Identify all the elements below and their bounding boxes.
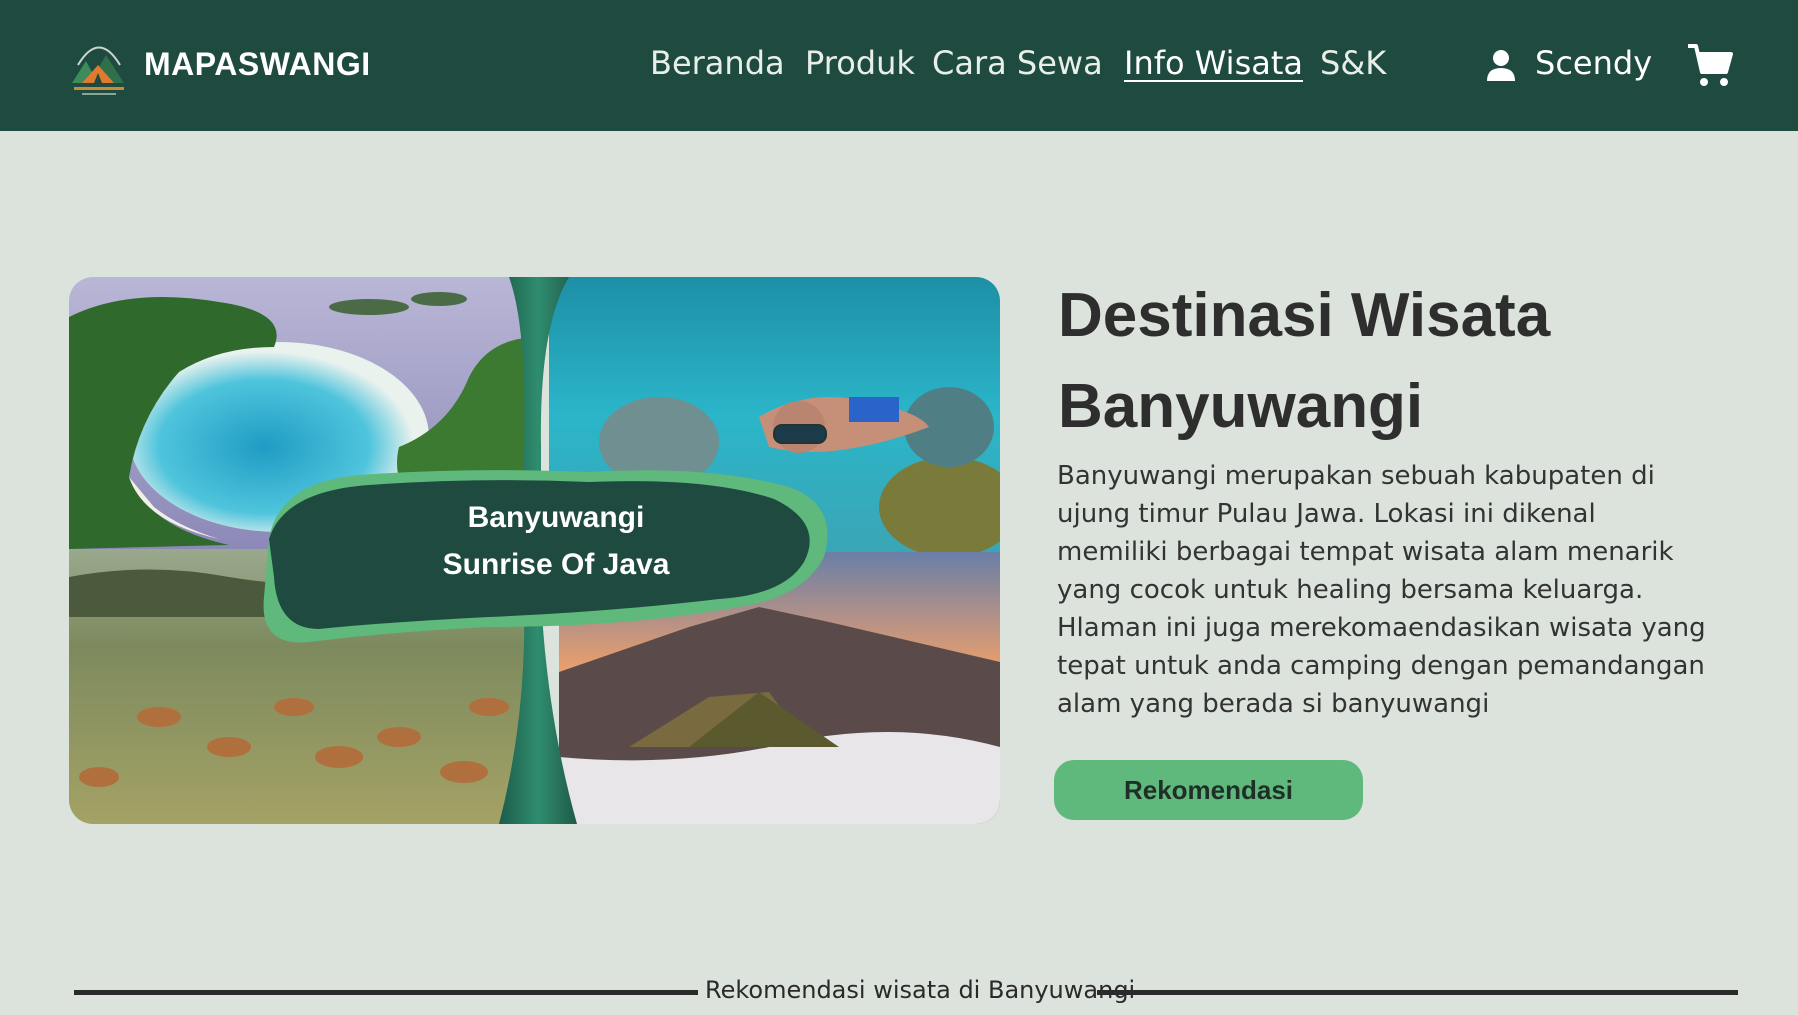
shopping-cart-icon[interactable] — [1686, 41, 1734, 89]
hero-title-line1: Destinasi Wisata — [1058, 281, 1551, 350]
nav-item-snk[interactable]: S&K — [1320, 44, 1386, 82]
nav-item-produk[interactable]: Produk — [805, 44, 915, 82]
nav-item-info-wisata[interactable]: Info Wisata — [1124, 44, 1303, 82]
nav-item-beranda[interactable]: Beranda — [650, 44, 785, 82]
hero-paragraph-1: Banyuwangi merupakan sebuah kabupaten di… — [1057, 461, 1674, 605]
banyuwangi-photo-collage: Banyuwangi Sunrise Of Java — [69, 277, 1000, 824]
hero-paragraph-2: Hlaman ini juga merekomaendasikan wisata… — [1057, 613, 1706, 719]
rekomendasi-button[interactable]: Rekomendasi — [1054, 760, 1363, 820]
nav-item-cara-sewa[interactable]: Cara Sewa — [932, 44, 1103, 82]
person-icon[interactable] — [1486, 49, 1516, 81]
brand-name[interactable]: MAPASWANGI — [144, 46, 371, 83]
collage-badge-line1: Banyuwangi — [468, 501, 645, 534]
section-divider-label: Rekomendasi wisata di Banyuwangi — [705, 976, 1136, 1004]
user-name[interactable]: Scendy — [1535, 44, 1652, 82]
hero-title-line2: Banyuwangi — [1058, 372, 1424, 441]
section-divider-left — [74, 990, 698, 995]
collage-badge-line2: Sunrise Of Java — [443, 548, 670, 581]
hero-title: Destinasi Wisata Banyuwangi — [1058, 270, 1678, 452]
brand-logo-icon[interactable] — [68, 25, 130, 101]
top-navbar: MAPASWANGI Beranda Produk Cara Sewa Info… — [0, 0, 1798, 131]
section-divider-right — [1097, 990, 1738, 995]
hero-description: Banyuwangi merupakan sebuah kabupaten di… — [1057, 457, 1707, 723]
